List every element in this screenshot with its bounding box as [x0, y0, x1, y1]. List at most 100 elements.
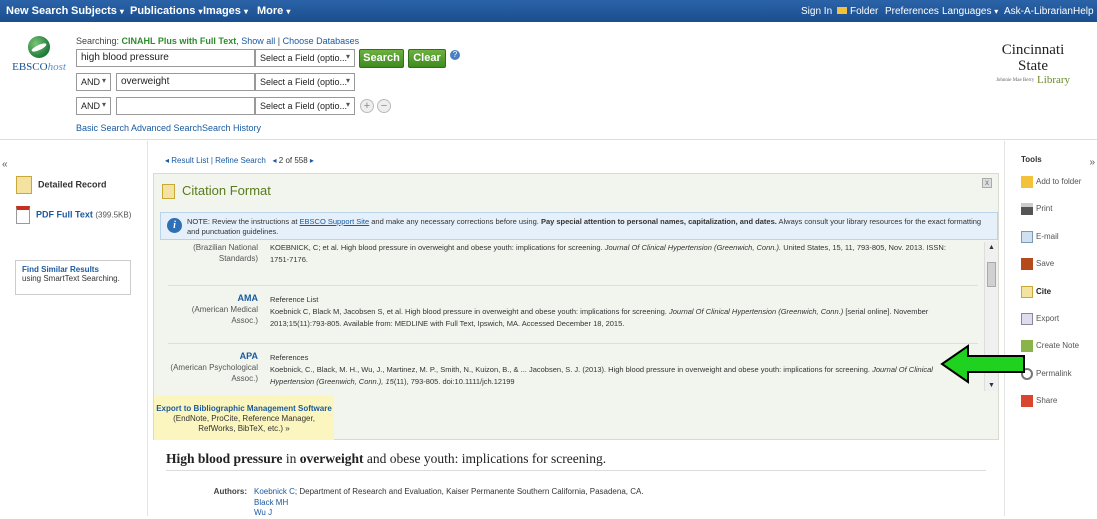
- clear-button[interactable]: Clear: [408, 49, 446, 68]
- ebsco-support-link[interactable]: EBSCO Support Site: [300, 217, 370, 226]
- scrollbar-thumb[interactable]: [987, 262, 996, 287]
- search-header: EBSCOhost Searching: CINAHL Plus with Fu…: [0, 22, 1097, 140]
- database-name: CINAHL Plus with Full Text: [121, 36, 237, 46]
- search-button[interactable]: Search: [359, 49, 404, 68]
- citation-style-desc: (American Psychological Assoc.): [170, 363, 258, 383]
- author-link[interactable]: Koebnick C: [254, 487, 295, 496]
- bool-select-2[interactable]: AND: [76, 73, 111, 91]
- preferences-link[interactable]: Preferences: [885, 6, 939, 17]
- chevron-down-icon: ▾: [994, 7, 999, 16]
- divider: [166, 470, 986, 471]
- ebsco-globe-icon: [28, 36, 50, 58]
- share-tool[interactable]: Share: [1021, 395, 1057, 407]
- search-input-2[interactable]: overweight: [116, 73, 255, 91]
- help-icon[interactable]: ?: [450, 50, 460, 60]
- publications-menu[interactable]: Publications ▾: [130, 5, 202, 17]
- citation-format-panel: Citation Format x i NOTE: Review the ins…: [153, 173, 999, 440]
- search-history-link[interactable]: Search History: [202, 123, 261, 133]
- create-note-tool[interactable]: Create Note: [1021, 340, 1079, 352]
- chevron-down-icon: ▾: [243, 7, 248, 16]
- result-list-link[interactable]: Result List: [171, 156, 208, 165]
- tools-heading: Tools: [1021, 155, 1042, 164]
- save-tool[interactable]: Save: [1021, 258, 1054, 270]
- citation-text: Reference List Koebnick C, Black M, Jaco…: [270, 295, 929, 328]
- collapse-left-icon[interactable]: «: [2, 159, 8, 170]
- export-icon: [1021, 313, 1033, 325]
- advanced-search-link[interactable]: Advanced Search: [131, 123, 202, 133]
- info-icon: i: [167, 218, 182, 233]
- find-similar-box[interactable]: Find Similar Results using SmartText Sea…: [15, 260, 131, 295]
- choose-databases-link[interactable]: Choose Databases: [283, 36, 360, 46]
- left-sidebar: « Detailed Record PDF Full Text (399.5KB…: [0, 141, 148, 516]
- folder-icon: [1021, 176, 1033, 188]
- tools-sidebar: Tools » Add to folder Print E-mail Save …: [1004, 141, 1097, 516]
- cite-icon: [1021, 286, 1033, 298]
- citation-text: KOEBNICK, C; et al. High blood pressure …: [270, 243, 946, 264]
- add-row-icon[interactable]: +: [360, 99, 374, 113]
- pdf-icon: [16, 206, 30, 224]
- refine-search-link[interactable]: Refine Search: [215, 156, 266, 165]
- field-select-1[interactable]: Select a Field (optio...: [255, 49, 355, 67]
- email-tool[interactable]: E-mail: [1021, 231, 1059, 243]
- citation-note: i NOTE: Review the instructions at EBSCO…: [160, 212, 998, 240]
- next-result-icon[interactable]: ▸: [310, 156, 314, 165]
- show-all-link[interactable]: Show all: [241, 36, 275, 46]
- result-position: 2 of 558: [278, 156, 308, 165]
- folder-link[interactable]: Folder: [837, 6, 878, 17]
- main-content: ◂ Result List | Refine Search ◂ 2 of 558…: [149, 141, 1004, 517]
- export-bibliographic-box[interactable]: Export to Bibliographic Management Softw…: [154, 396, 334, 440]
- citation-entry-ama: AMA (American Medical Assoc.) Reference …: [168, 286, 978, 344]
- citation-style-desc: (American Medical Assoc.): [191, 305, 258, 325]
- subjects-menu[interactable]: Subjects ▾: [71, 5, 124, 17]
- more-menu[interactable]: More ▾: [257, 5, 290, 17]
- images-menu[interactable]: Images ▾: [203, 5, 248, 17]
- chevron-down-icon: ▾: [119, 7, 124, 16]
- chevron-down-icon: ▾: [286, 7, 291, 16]
- citation-format-title: Citation Format: [182, 183, 271, 198]
- remove-row-icon[interactable]: −: [377, 99, 391, 113]
- printer-icon: [1021, 203, 1033, 215]
- scroll-up-icon[interactable]: ▲: [988, 244, 995, 251]
- bool-select-3[interactable]: AND: [76, 97, 111, 115]
- sign-in-link[interactable]: Sign In: [801, 6, 832, 17]
- searching-line: Searching: CINAHL Plus with Full Text, S…: [76, 36, 360, 46]
- field-select-2[interactable]: Select a Field (optio...: [255, 73, 355, 91]
- help-link[interactable]: Help: [1073, 6, 1094, 17]
- citation-list[interactable]: (Brazilian National Standards) KOEBNICK,…: [160, 242, 998, 391]
- export-tool[interactable]: Export: [1021, 313, 1059, 325]
- prev-result-icon[interactable]: ◂: [273, 156, 277, 165]
- citation-icon: [162, 184, 175, 199]
- search-input-3[interactable]: [116, 97, 255, 115]
- new-search-link[interactable]: New Search: [6, 5, 68, 17]
- save-icon: [1021, 258, 1033, 270]
- cite-tool[interactable]: Cite: [1021, 286, 1051, 298]
- article-title: High blood pressure in overweight and ob…: [166, 451, 607, 466]
- result-pager: ◂ Result List | Refine Search ◂ 2 of 558…: [165, 156, 314, 165]
- arrow-annotation-icon: [940, 344, 1025, 384]
- citation-entry-apa: APA (American Psychological Assoc.) Refe…: [168, 344, 978, 391]
- ask-librarian-link[interactable]: Ask-A-Librarian: [1004, 6, 1073, 17]
- print-tool[interactable]: Print: [1021, 203, 1052, 215]
- ebsco-logo[interactable]: EBSCOhost: [10, 36, 68, 73]
- ama-style-link[interactable]: AMA: [238, 293, 259, 303]
- collapse-right-icon[interactable]: »: [1089, 157, 1095, 168]
- languages-menu[interactable]: Languages ▾: [942, 6, 998, 17]
- detailed-record-link[interactable]: Detailed Record: [16, 176, 107, 194]
- apa-style-link[interactable]: APA: [240, 351, 258, 361]
- library-logo[interactable]: Cincinnati State Johnnie Mae Berry Libra…: [989, 42, 1077, 86]
- chevron-down-icon: ▾: [198, 7, 203, 16]
- folder-icon: [837, 7, 847, 14]
- email-icon: [1021, 231, 1033, 243]
- search-input-1[interactable]: high blood pressure: [76, 49, 255, 67]
- add-to-folder-tool[interactable]: Add to folder: [1021, 176, 1081, 188]
- citation-text: References Koebnick, C., Black, M. H., W…: [270, 353, 933, 386]
- citation-entry-abnt: (Brazilian National Standards) KOEBNICK,…: [168, 242, 978, 286]
- close-icon[interactable]: x: [982, 178, 992, 188]
- share-icon: [1021, 395, 1033, 407]
- export-software-link[interactable]: Export to Bibliographic Management Softw…: [156, 404, 332, 413]
- author-link[interactable]: Black MH: [254, 498, 288, 507]
- permalink-tool[interactable]: Permalink: [1021, 368, 1072, 380]
- basic-search-link[interactable]: Basic Search: [76, 123, 129, 133]
- pdf-full-text-link[interactable]: PDF Full Text (399.5KB): [16, 206, 131, 224]
- field-select-3[interactable]: Select a Field (optio...: [255, 97, 355, 115]
